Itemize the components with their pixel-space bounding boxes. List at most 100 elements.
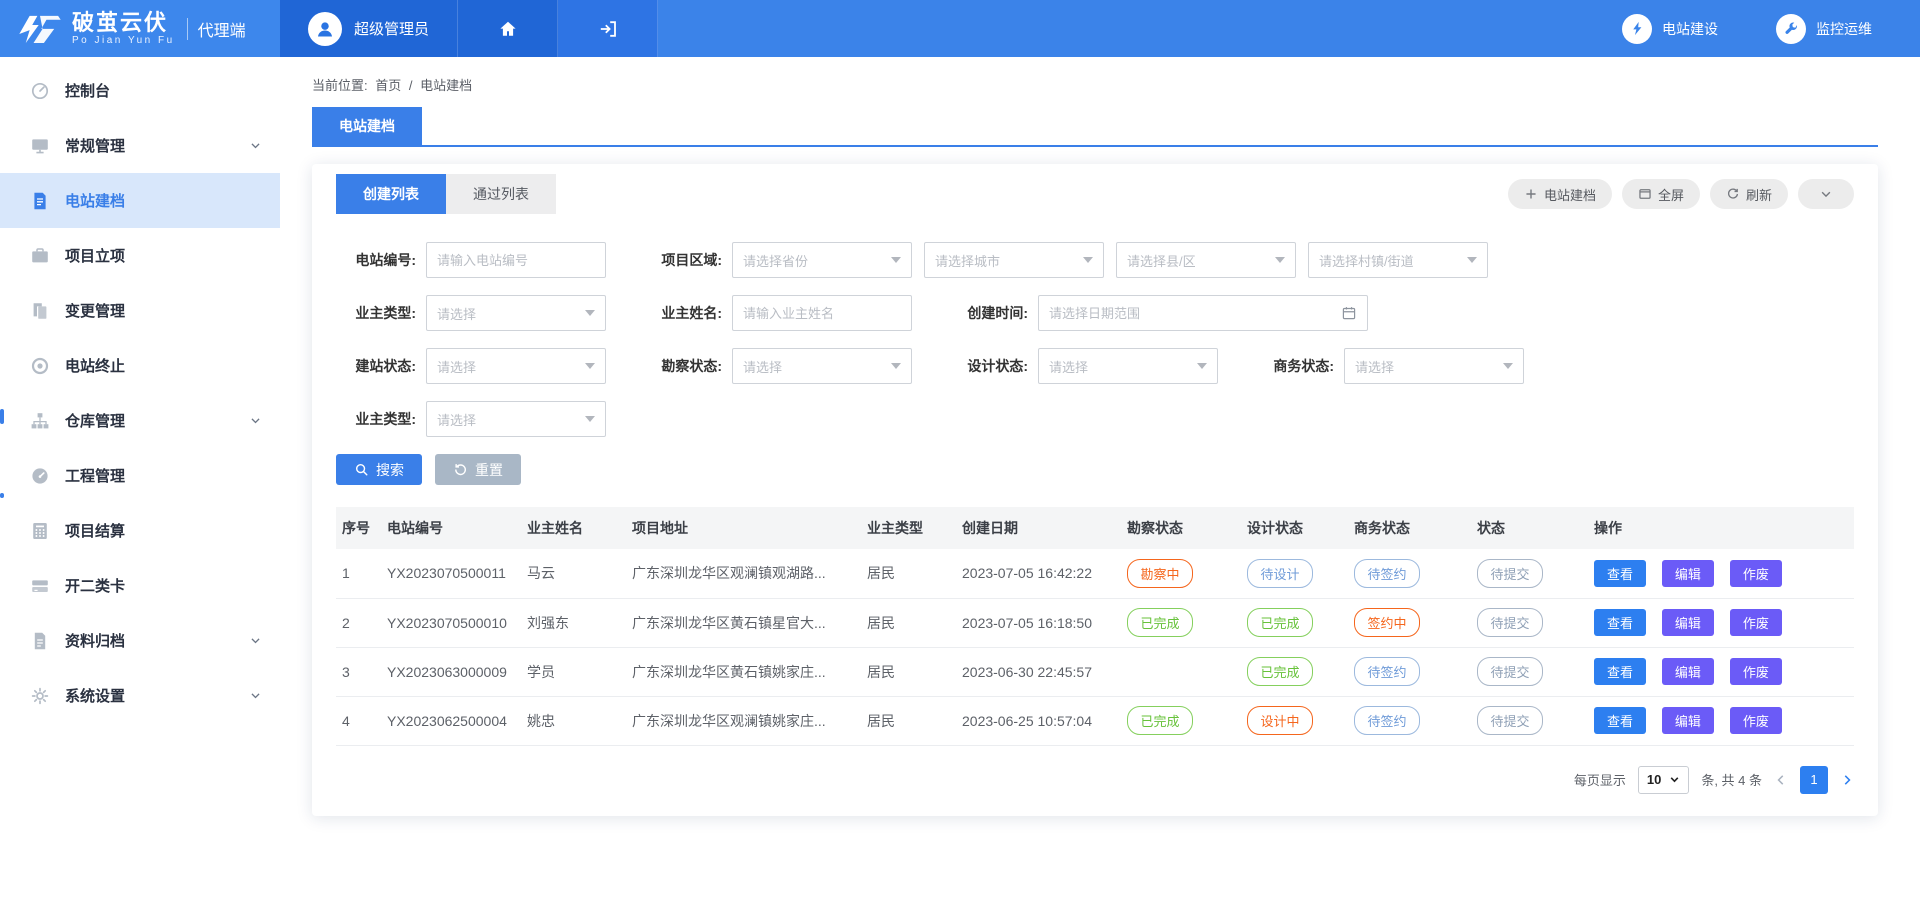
logo-text: 破茧云伏 Po Jian Yun Fu [72, 11, 175, 47]
target-icon [30, 356, 50, 376]
tab-passed-list[interactable]: 通过列表 [446, 174, 556, 214]
edit-button[interactable]: 编辑 [1662, 560, 1714, 587]
view-button[interactable]: 查看 [1594, 609, 1646, 636]
logout-button[interactable] [558, 0, 658, 57]
owner-name-input[interactable] [743, 306, 901, 321]
create-station-button[interactable]: 电站建档 [1508, 179, 1612, 209]
chevron-down-icon [249, 634, 262, 647]
owner-type-select[interactable]: 请选择 [426, 295, 606, 331]
build-status-select[interactable]: 请选择 [426, 348, 606, 384]
sidebar-item-station-archive[interactable]: 电站建档 [0, 173, 280, 228]
home-button[interactable] [458, 0, 558, 57]
table-row: 2 YX2023070500010 刘强东 广东深圳龙华区黄石镇星官大... 居… [336, 598, 1854, 647]
gauge-icon [30, 466, 50, 486]
fullscreen-icon [1638, 187, 1652, 201]
search-button[interactable]: 搜索 [336, 454, 422, 485]
breadcrumb-home[interactable]: 首页 [375, 78, 401, 93]
station-table: 序号 电站编号 业主姓名 项目地址 业主类型 创建日期 勘察状态 设计状态 商务… [336, 507, 1854, 746]
list-tabs: 创建列表 通过列表 [336, 174, 556, 214]
chevron-down-icon [249, 139, 262, 152]
portal-label: 代理端 [198, 17, 246, 41]
sidebar-item-type2-card[interactable]: 开二类卡 [0, 558, 280, 613]
date-range-input[interactable] [1049, 306, 1341, 321]
reset-button[interactable]: 重置 [435, 454, 521, 485]
sitemap-icon [30, 411, 50, 431]
next-page-icon[interactable] [1840, 773, 1854, 787]
brand-name: 破茧云伏 [72, 11, 175, 35]
username-label: 超级管理员 [354, 18, 429, 39]
sidebar-scrollbar[interactable] [0, 409, 4, 424]
survey-status-badge: 已完成 [1127, 608, 1193, 637]
station-code-input[interactable] [437, 253, 595, 268]
sidebar-item-system-settings[interactable]: 系统设置 [0, 668, 280, 723]
void-button[interactable]: 作废 [1730, 609, 1782, 636]
view-button[interactable]: 查看 [1594, 707, 1646, 734]
collapse-button[interactable] [1798, 179, 1854, 209]
breadcrumb-separator: / [409, 78, 413, 93]
page-size-select[interactable]: 10 [1638, 766, 1689, 794]
sidebar-item-general-mgmt[interactable]: 常规管理 [0, 118, 280, 173]
total-count-label: 条, 共 4 条 [1701, 770, 1762, 789]
breadcrumb: 当前位置: 首页 / 电站建档 [280, 57, 1920, 94]
reset-icon [453, 462, 468, 477]
nav-station-build[interactable]: 电站建设 [1622, 14, 1718, 44]
topbar-user-section: 超级管理员 [280, 0, 658, 57]
nav-monitor-ops[interactable]: 监控运维 [1776, 14, 1872, 44]
refresh-button[interactable]: 刷新 [1710, 179, 1788, 209]
content-card: 创建列表 通过列表 电站建档 全屏 [312, 164, 1878, 816]
city-select[interactable]: 请选择城市 [924, 242, 1104, 278]
sidebar-item-data-archive[interactable]: 资料归档 [0, 613, 280, 668]
chevron-down-icon [249, 689, 262, 702]
status-badge: 待提交 [1477, 657, 1543, 686]
tab-underline [312, 145, 1878, 147]
caret-down-icon [585, 310, 595, 321]
sidebar-item-station-terminate[interactable]: 电站终止 [0, 338, 280, 393]
fullscreen-button[interactable]: 全屏 [1622, 179, 1700, 209]
town-select[interactable]: 请选择村镇/街道 [1308, 242, 1488, 278]
void-button[interactable]: 作废 [1730, 658, 1782, 685]
void-button[interactable]: 作废 [1730, 560, 1782, 587]
survey-status-select[interactable]: 请选择 [732, 348, 912, 384]
county-select[interactable]: 请选择县/区 [1116, 242, 1296, 278]
caret-down-icon [891, 363, 901, 374]
business-status-badge: 签约中 [1354, 608, 1420, 637]
edit-button[interactable]: 编辑 [1662, 707, 1714, 734]
search-icon [354, 462, 369, 477]
sidebar-item-warehouse-mgmt[interactable]: 仓库管理 [0, 393, 280, 448]
caret-down-icon [1669, 774, 1680, 785]
sidebar-item-project-settlement[interactable]: 项目结算 [0, 503, 280, 558]
edit-button[interactable]: 编辑 [1662, 658, 1714, 685]
owner-type2-select[interactable]: 请选择 [426, 401, 606, 437]
page-tab-station-archive[interactable]: 电站建档 [312, 107, 422, 145]
business-status-badge: 待签约 [1354, 657, 1420, 686]
status-badge: 待提交 [1477, 608, 1543, 637]
table-header-row: 序号 电站编号 业主姓名 项目地址 业主类型 创建日期 勘察状态 设计状态 商务… [336, 507, 1854, 549]
top-bar: 破茧云伏 Po Jian Yun Fu 代理端 超级管理员 [0, 0, 1920, 57]
sidebar-item-dashboard[interactable]: 控制台 [0, 63, 280, 118]
business-status-badge: 待签约 [1354, 559, 1420, 588]
design-status-select[interactable]: 请选择 [1038, 348, 1218, 384]
caret-down-icon [1197, 363, 1207, 374]
sidebar-item-project-initiation[interactable]: 项目立项 [0, 228, 280, 283]
edit-button[interactable]: 编辑 [1662, 609, 1714, 636]
sidebar-scrollbar[interactable] [0, 493, 4, 498]
bolt-icon [1622, 14, 1652, 44]
business-status-select[interactable]: 请选择 [1344, 348, 1524, 384]
sidebar-item-change-mgmt[interactable]: 变更管理 [0, 283, 280, 338]
user-menu[interactable]: 超级管理员 [280, 0, 458, 57]
page-number-1[interactable]: 1 [1800, 766, 1828, 794]
tab-create-list[interactable]: 创建列表 [336, 174, 446, 214]
app-root: 破茧云伏 Po Jian Yun Fu 代理端 超级管理员 [0, 0, 1920, 919]
main-content: 当前位置: 首页 / 电站建档 电站建档 创建列表 通过列表 电站建档 [280, 57, 1920, 919]
void-button[interactable]: 作废 [1730, 707, 1782, 734]
view-button[interactable]: 查看 [1594, 658, 1646, 685]
design-status-badge: 待设计 [1247, 559, 1313, 588]
plus-icon [1524, 187, 1538, 201]
view-button[interactable]: 查看 [1594, 560, 1646, 587]
caret-down-icon [1083, 257, 1093, 268]
province-select[interactable]: 请选择省份 [732, 242, 912, 278]
sidebar-item-engineering-mgmt[interactable]: 工程管理 [0, 448, 280, 503]
status-badge: 待提交 [1477, 559, 1543, 588]
caret-down-icon [585, 416, 595, 427]
prev-page-icon[interactable] [1774, 773, 1788, 787]
